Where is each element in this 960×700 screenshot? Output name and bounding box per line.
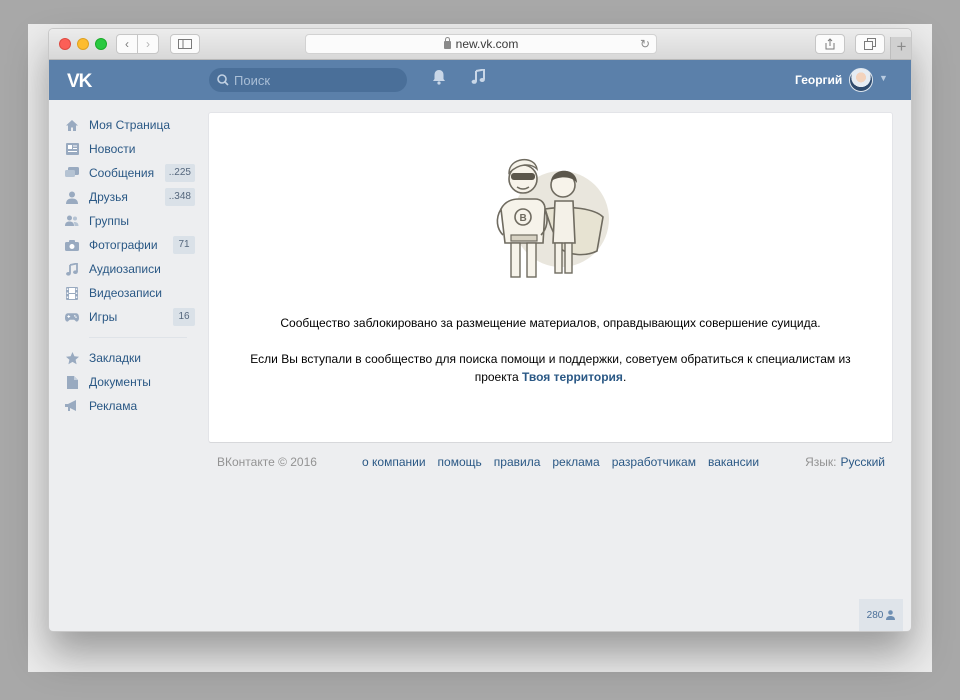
minimize-window-button[interactable]: [77, 38, 89, 50]
copyright-text: ВКонтакте © 2016: [217, 455, 317, 469]
sidebar-item-label: Друзья: [89, 190, 128, 204]
vk-logo[interactable]: VK: [67, 71, 92, 93]
friends-icon: [65, 190, 79, 204]
chevron-down-icon[interactable]: ▼: [879, 73, 888, 83]
help-suggestion-text: Если Вы вступали в сообщество для поиска…: [249, 350, 852, 386]
show-tabs-button[interactable]: [855, 34, 885, 54]
megaphone-icon: [65, 399, 79, 413]
search-icon: [217, 74, 229, 86]
document-icon: [65, 375, 79, 389]
sidebar-item-friends[interactable]: Друзья ..348: [65, 185, 195, 209]
sidebar-item-label: Игры: [89, 310, 118, 324]
user-name[interactable]: Георгий: [795, 73, 842, 87]
footer-link-about[interactable]: о компании: [362, 455, 426, 469]
menu-divider: [89, 337, 187, 338]
music-note-icon: [471, 68, 485, 84]
sidebar-item-messages[interactable]: Сообщения ..225: [65, 161, 195, 185]
superhero-illustration: B: [496, 159, 609, 278]
sidebar-item-photos[interactable]: Фотографии 71: [65, 233, 195, 257]
footer-link-developers[interactable]: разработчикам: [612, 455, 696, 469]
browser-window: ‹ › new.vk.com ↻ + VK Георгий: [48, 28, 912, 632]
groups-icon: [65, 214, 79, 228]
bell-icon: [433, 70, 445, 85]
url-text: new.vk.com: [455, 37, 519, 51]
notifications-button[interactable]: [432, 69, 446, 90]
share-button[interactable]: [815, 34, 845, 54]
blocked-community-card: B Сообщество заблокировано за размещение…: [209, 113, 892, 442]
lock-icon: [443, 37, 451, 49]
help-suggestion-suffix: .: [622, 370, 627, 384]
games-count-badge: 16: [173, 308, 195, 326]
sidebar-item-games[interactable]: Игры 16: [65, 305, 195, 329]
sidebar-item-bookmarks[interactable]: Закладки: [65, 346, 195, 370]
sidebar-item-news[interactable]: Новости: [65, 137, 195, 161]
sidebar-item-my-page[interactable]: Моя Страница: [65, 113, 195, 137]
sidebar-item-documents[interactable]: Документы: [65, 370, 195, 394]
home-icon: [65, 118, 79, 132]
address-bar[interactable]: new.vk.com ↻: [305, 34, 657, 54]
music-player-button[interactable]: [471, 68, 485, 90]
avatar[interactable]: [849, 68, 873, 92]
sidebar-item-audio[interactable]: Аудиозаписи: [65, 257, 195, 281]
language-label: Язык:: [805, 455, 837, 469]
sidebar-item-label: Закладки: [89, 351, 141, 365]
share-icon: [825, 38, 835, 50]
sidebar-item-label: Аудиозаписи: [89, 262, 161, 276]
language-selector: Язык: Русский: [805, 455, 885, 469]
person-icon: [886, 610, 896, 620]
tabs-icon: [864, 38, 876, 50]
reload-icon[interactable]: ↻: [640, 37, 650, 51]
footer-link-rules[interactable]: правила: [494, 455, 541, 469]
show-sidebar-button[interactable]: [170, 34, 200, 54]
sidebar-item-label: Документы: [89, 375, 151, 389]
svg-text:B: B: [520, 213, 527, 224]
sidebar-item-label: Видеозаписи: [89, 286, 163, 300]
maximize-window-button[interactable]: [95, 38, 107, 50]
footer-link-ads[interactable]: реклама: [552, 455, 599, 469]
back-button[interactable]: ‹: [116, 34, 138, 54]
online-count: 280: [866, 609, 884, 621]
chevron-left-icon: ‹: [125, 37, 129, 51]
sidebar-item-ads[interactable]: Реклама: [65, 394, 195, 418]
sidebar-icon: [178, 39, 192, 49]
left-menu: Моя Страница Новости Сообщения ..225 Дру…: [65, 113, 195, 418]
sidebar-item-label: Моя Страница: [89, 118, 171, 132]
footer-link-jobs[interactable]: вакансии: [708, 455, 759, 469]
friends-count-badge: ..348: [164, 188, 195, 206]
browser-toolbar: ‹ › new.vk.com ↻ +: [49, 29, 911, 60]
sidebar-item-label: Фотографии: [89, 238, 158, 252]
star-icon: [65, 351, 79, 365]
news-icon: [65, 142, 79, 156]
messages-icon: [65, 166, 79, 180]
gamepad-icon: [65, 310, 79, 324]
chevron-right-icon: ›: [146, 37, 150, 51]
sidebar-item-label: Реклама: [89, 399, 138, 413]
site-header: VK Георгий ▼: [49, 60, 911, 100]
sidebar-item-label: Сообщения: [89, 166, 155, 180]
page-footer: ВКонтакте © 2016 о компании помощь прави…: [217, 455, 885, 471]
sidebar-item-groups[interactable]: Группы: [65, 209, 195, 233]
sidebar-item-label: Новости: [89, 142, 136, 156]
block-reason-text: Сообщество заблокировано за размещение м…: [280, 316, 821, 330]
online-friends-badge[interactable]: 280: [859, 599, 903, 631]
language-value-link[interactable]: Русский: [840, 455, 885, 469]
photos-count-badge: 71: [173, 236, 195, 254]
sidebar-item-label: Группы: [89, 214, 129, 228]
unread-count-badge: ..225: [164, 164, 195, 182]
forward-button[interactable]: ›: [137, 34, 159, 54]
footer-link-help[interactable]: помощь: [438, 455, 482, 469]
sidebar-item-video[interactable]: Видеозаписи: [65, 281, 195, 305]
search-input[interactable]: [234, 72, 394, 88]
search-box[interactable]: [209, 68, 407, 92]
your-territory-link[interactable]: Твоя территория: [522, 370, 623, 384]
footer-links: о компании помощь правила реклама разраб…: [362, 455, 759, 469]
new-tab-button[interactable]: +: [890, 37, 911, 59]
music-icon: [65, 262, 79, 276]
camera-icon: [65, 238, 79, 252]
close-window-button[interactable]: [59, 38, 71, 50]
film-icon: [65, 286, 79, 300]
